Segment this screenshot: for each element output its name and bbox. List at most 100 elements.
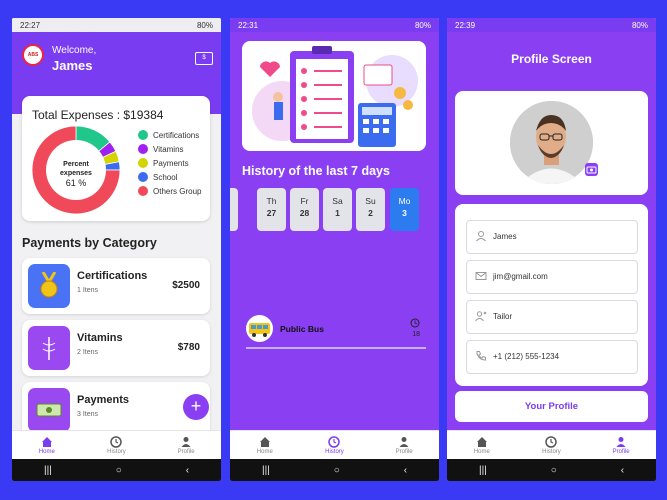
status-battery: 80% (631, 20, 648, 30)
nav-label: Home (473, 448, 490, 455)
nav-history[interactable]: History (304, 435, 364, 455)
day-date: 2 (368, 208, 373, 218)
expenses-donut-chart: Percent expenses 61 % (32, 126, 120, 214)
chart-legend: Certifications Vitamins Payments School … (138, 128, 201, 198)
legend-label: Others Group (153, 186, 202, 196)
legend-item: Others Group (138, 184, 201, 198)
category-count: 1 Itens (77, 287, 99, 294)
legend-label: Payments (153, 158, 189, 168)
nav-home[interactable]: Home (17, 436, 77, 455)
field-value: James (493, 232, 517, 241)
nav-label: Profile (612, 448, 630, 455)
caduceus-icon (28, 326, 70, 370)
page-title: Profile Screen (511, 52, 592, 66)
email-field[interactable]: jim@gmail.com (466, 260, 638, 294)
day-chip[interactable]: Sa 1 (323, 188, 352, 231)
category-count: 2 Itens (77, 349, 99, 356)
home-circle-icon[interactable]: ○ (551, 465, 557, 476)
profile-form-card: James jim@gmail.com Tailor +1 (212) 555-… (455, 204, 648, 386)
nav-label: History (107, 448, 126, 455)
legend-item: Certifications (138, 128, 201, 142)
legend-dot (138, 172, 148, 182)
phone-field[interactable]: +1 (212) 555-1234 (466, 340, 638, 374)
category-amount: $2500 (172, 280, 200, 291)
recent-apps-icon[interactable]: ||| (44, 465, 52, 476)
legend-dot (138, 186, 148, 196)
nav-profile[interactable]: Profile (374, 436, 434, 455)
nav-history[interactable]: History (521, 435, 581, 455)
nav-home[interactable]: Home (235, 436, 295, 455)
legend-item: School (138, 170, 201, 184)
home-icon (476, 436, 487, 447)
mail-icon (475, 272, 487, 280)
day-chip-partial[interactable] (230, 188, 238, 231)
total-expenses-card: Total Expenses : $19384 Percent expenses… (22, 96, 210, 221)
bottom-nav: Home History Profile (447, 430, 656, 459)
home-icon (259, 436, 270, 447)
field-value: +1 (212) 555-1234 (493, 352, 560, 361)
avatar[interactable] (510, 101, 593, 184)
money-icon (28, 388, 70, 432)
phone-icon (476, 351, 486, 361)
donut-percent: 61 % (66, 178, 87, 188)
status-bar: 22:31 80% (230, 18, 439, 32)
day-name: Su (365, 196, 376, 206)
your-profile-button[interactable]: Your Profile (455, 391, 648, 422)
home-screen: 22:27 80% ABS Welcome, James $ Total Exp… (12, 18, 221, 481)
occupation-icon (475, 311, 487, 322)
status-battery: 80% (414, 20, 431, 30)
legend-dot (138, 144, 148, 154)
status-time: 22:27 (20, 20, 41, 30)
legend-item: Payments (138, 156, 201, 170)
category-count: 3 Itens (77, 411, 99, 418)
day-name: Mo (398, 196, 411, 206)
legend-dot (138, 158, 148, 168)
category-amount: $780 (177, 342, 200, 353)
occupation-field[interactable]: Tailor (466, 300, 638, 334)
home-circle-icon[interactable]: ○ (116, 465, 122, 476)
user-icon (476, 231, 486, 242)
day-name: Sa (332, 196, 343, 206)
back-icon[interactable]: ‹ (404, 465, 407, 476)
user-name: James (52, 58, 93, 73)
nav-history[interactable]: History (86, 435, 146, 455)
home-circle-icon[interactable]: ○ (334, 465, 340, 476)
trip-item[interactable]: Public Bus 18 (246, 315, 426, 345)
status-battery: 80% (196, 20, 213, 30)
day-chip[interactable]: Su 2 (356, 188, 385, 231)
medal-icon (28, 264, 70, 308)
recent-apps-icon[interactable]: ||| (262, 465, 270, 476)
nav-label: History (542, 448, 561, 455)
system-nav-bar: ||| ○ ‹ (12, 459, 221, 481)
day-chip-selected[interactable]: Mo 3 (390, 188, 419, 231)
trip-label: Public Bus (280, 324, 324, 334)
field-value: Tailor (493, 312, 513, 321)
nav-home[interactable]: Home (452, 436, 512, 455)
day-name: Fr (300, 196, 309, 206)
status-time: 22:31 (238, 20, 259, 30)
field-value: jim@gmail.com (493, 272, 548, 281)
nav-profile[interactable]: Profile (591, 436, 651, 455)
section-title: Payments by Category (22, 236, 157, 250)
nav-label: Home (38, 448, 55, 455)
wallet-card-icon[interactable]: $ (195, 52, 213, 65)
day-date: 3 (402, 208, 407, 218)
camera-icon[interactable] (585, 163, 598, 176)
category-name: Certifications (77, 270, 148, 282)
recent-apps-icon[interactable]: ||| (479, 465, 487, 476)
category-card-vitamins[interactable]: Vitamins 2 Itens $780 (22, 320, 210, 376)
add-button[interactable]: + (183, 394, 209, 420)
bottom-nav: Home History Profile (230, 430, 439, 459)
back-icon[interactable]: ‹ (621, 465, 624, 476)
day-chip[interactable]: Fr 28 (290, 188, 319, 231)
category-card-certifications[interactable]: Certifications 1 Itens $2500 (22, 258, 210, 314)
day-chip[interactable]: Th 27 (257, 188, 286, 231)
legend-dot (138, 130, 148, 140)
nav-label: Profile (177, 448, 195, 455)
name-field[interactable]: James (466, 220, 638, 254)
bottom-nav: Home History Profile (12, 430, 221, 459)
nav-profile[interactable]: Profile (156, 436, 216, 455)
logo-badge: ABS (22, 44, 44, 66)
back-icon[interactable]: ‹ (186, 465, 189, 476)
nav-label: Home (256, 448, 273, 455)
